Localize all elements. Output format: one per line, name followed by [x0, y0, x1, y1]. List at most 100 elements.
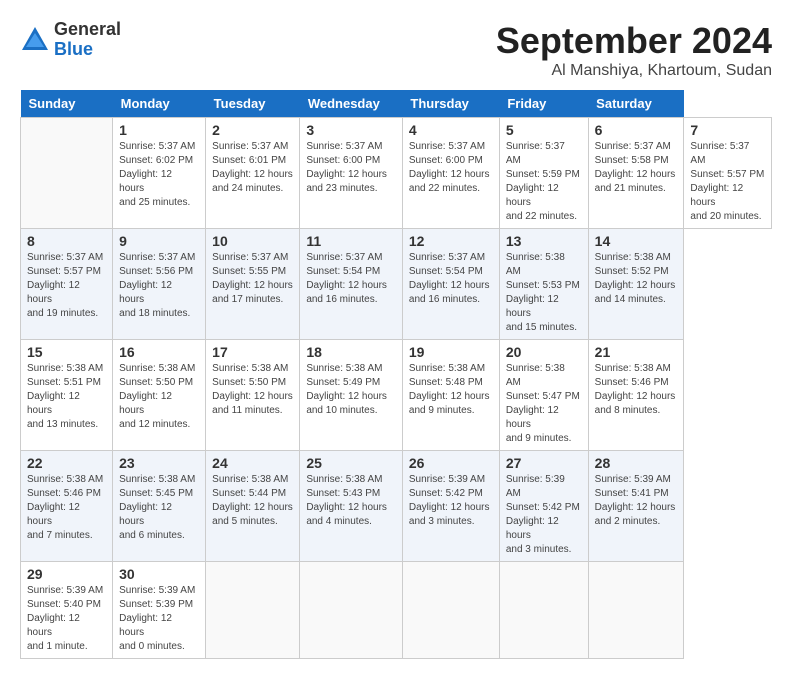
- location-title: Al Manshiya, Khartoum, Sudan: [496, 62, 772, 80]
- table-row: 5 Sunrise: 5:37 AM Sunset: 5:59 PM Daylig…: [499, 118, 588, 229]
- table-row: [588, 562, 684, 659]
- day-number: 15: [27, 344, 106, 360]
- table-row: [499, 562, 588, 659]
- day-info: Sunrise: 5:37 AM Sunset: 5:54 PM Dayligh…: [306, 251, 396, 307]
- table-row: 11 Sunrise: 5:37 AM Sunset: 5:54 PM Dayli…: [300, 229, 403, 340]
- day-info: Sunrise: 5:37 AM Sunset: 6:00 PM Dayligh…: [306, 140, 396, 196]
- day-number: 3: [306, 122, 396, 138]
- logo-text: General Blue: [54, 20, 121, 60]
- day-number: 16: [119, 344, 199, 360]
- day-number: 14: [595, 233, 678, 249]
- header-tuesday: Tuesday: [206, 90, 300, 118]
- day-info: Sunrise: 5:37 AM Sunset: 5:59 PM Dayligh…: [506, 140, 582, 224]
- table-row: 8 Sunrise: 5:37 AM Sunset: 5:57 PM Daylig…: [21, 229, 113, 340]
- calendar-week-row: 15Sunrise: 5:38 AM Sunset: 5:51 PM Dayli…: [21, 340, 772, 451]
- day-number: 24: [212, 455, 293, 471]
- day-info: Sunrise: 5:38 AM Sunset: 5:52 PM Dayligh…: [595, 251, 678, 307]
- day-number: 5: [506, 122, 582, 138]
- day-number: 11: [306, 233, 396, 249]
- table-row: 10 Sunrise: 5:37 AM Sunset: 5:55 PM Dayli…: [206, 229, 300, 340]
- calendar-week-row: 29 Sunrise: 5:39 AM Sunset: 5:40 PM Dayli…: [21, 562, 772, 659]
- day-info: Sunrise: 5:38 AM Sunset: 5:45 PM Dayligh…: [119, 473, 199, 543]
- calendar-week-row: 22Sunrise: 5:38 AM Sunset: 5:46 PM Dayli…: [21, 451, 772, 562]
- day-info: Sunrise: 5:37 AM Sunset: 5:57 PM Dayligh…: [27, 251, 106, 321]
- table-row: 4 Sunrise: 5:37 AM Sunset: 6:00 PM Daylig…: [402, 118, 499, 229]
- day-info: Sunrise: 5:39 AM Sunset: 5:42 PM Dayligh…: [409, 473, 493, 529]
- day-number: 25: [306, 455, 396, 471]
- day-info: Sunrise: 5:38 AM Sunset: 5:50 PM Dayligh…: [212, 362, 293, 418]
- day-number: 10: [212, 233, 293, 249]
- table-row: [300, 562, 403, 659]
- table-row: 29 Sunrise: 5:39 AM Sunset: 5:40 PM Dayli…: [21, 562, 113, 659]
- day-info: Sunrise: 5:38 AM Sunset: 5:49 PM Dayligh…: [306, 362, 396, 418]
- table-row: [21, 118, 113, 229]
- calendar-week-row: 8 Sunrise: 5:37 AM Sunset: 5:57 PM Daylig…: [21, 229, 772, 340]
- day-info: Sunrise: 5:37 AM Sunset: 5:56 PM Dayligh…: [119, 251, 199, 321]
- day-info: Sunrise: 5:39 AM Sunset: 5:41 PM Dayligh…: [595, 473, 678, 529]
- day-info: Sunrise: 5:38 AM Sunset: 5:47 PM Dayligh…: [506, 362, 582, 446]
- day-number: 6: [595, 122, 678, 138]
- table-row: 7 Sunrise: 5:37 AM Sunset: 5:57 PM Daylig…: [684, 118, 772, 229]
- day-info: Sunrise: 5:37 AM Sunset: 5:58 PM Dayligh…: [595, 140, 678, 196]
- table-row: 1 Sunrise: 5:37 AM Sunset: 6:02 PM Daylig…: [113, 118, 206, 229]
- header-thursday: Thursday: [402, 90, 499, 118]
- day-number: 22: [27, 455, 106, 471]
- day-number: 13: [506, 233, 582, 249]
- day-number: 7: [690, 122, 765, 138]
- day-number: 21: [595, 344, 678, 360]
- header-friday: Friday: [499, 90, 588, 118]
- table-row: 27 Sunrise: 5:39 AM Sunset: 5:42 PM Dayli…: [499, 451, 588, 562]
- table-row: 18Sunrise: 5:38 AM Sunset: 5:49 PM Dayli…: [300, 340, 403, 451]
- table-row: [206, 562, 300, 659]
- day-info: Sunrise: 5:38 AM Sunset: 5:50 PM Dayligh…: [119, 362, 199, 432]
- day-number: 1: [119, 122, 199, 138]
- table-row: 20 Sunrise: 5:38 AM Sunset: 5:47 PM Dayli…: [499, 340, 588, 451]
- day-number: 28: [595, 455, 678, 471]
- day-number: 26: [409, 455, 493, 471]
- day-number: 4: [409, 122, 493, 138]
- table-row: 22Sunrise: 5:38 AM Sunset: 5:46 PM Dayli…: [21, 451, 113, 562]
- table-row: 13 Sunrise: 5:38 AM Sunset: 5:53 PM Dayli…: [499, 229, 588, 340]
- header-wednesday: Wednesday: [300, 90, 403, 118]
- day-info: Sunrise: 5:37 AM Sunset: 6:02 PM Dayligh…: [119, 140, 199, 210]
- day-number: 12: [409, 233, 493, 249]
- calendar-header-row: Sunday Monday Tuesday Wednesday Thursday…: [21, 90, 772, 118]
- header-saturday: Saturday: [588, 90, 684, 118]
- month-title: September 2024: [496, 20, 772, 62]
- table-row: 15Sunrise: 5:38 AM Sunset: 5:51 PM Dayli…: [21, 340, 113, 451]
- day-info: Sunrise: 5:39 AM Sunset: 5:40 PM Dayligh…: [27, 584, 106, 654]
- table-row: 30Sunrise: 5:39 AM Sunset: 5:39 PM Dayli…: [113, 562, 206, 659]
- table-row: 16 Sunrise: 5:38 AM Sunset: 5:50 PM Dayli…: [113, 340, 206, 451]
- header-sunday: Sunday: [21, 90, 113, 118]
- calendar-week-row: 1 Sunrise: 5:37 AM Sunset: 6:02 PM Daylig…: [21, 118, 772, 229]
- calendar-table: Sunday Monday Tuesday Wednesday Thursday…: [20, 90, 772, 659]
- day-number: 20: [506, 344, 582, 360]
- day-number: 30: [119, 566, 199, 582]
- day-info: Sunrise: 5:39 AM Sunset: 5:42 PM Dayligh…: [506, 473, 582, 557]
- table-row: 9 Sunrise: 5:37 AM Sunset: 5:56 PM Daylig…: [113, 229, 206, 340]
- logo-general: General: [54, 20, 121, 40]
- table-row: 14 Sunrise: 5:38 AM Sunset: 5:52 PM Dayli…: [588, 229, 684, 340]
- table-row: 28 Sunrise: 5:39 AM Sunset: 5:41 PM Dayli…: [588, 451, 684, 562]
- table-row: 19Sunrise: 5:38 AM Sunset: 5:48 PM Dayli…: [402, 340, 499, 451]
- day-info: Sunrise: 5:37 AM Sunset: 5:54 PM Dayligh…: [409, 251, 493, 307]
- title-section: September 2024 Al Manshiya, Khartoum, Su…: [496, 20, 772, 80]
- logo: General Blue: [20, 20, 121, 60]
- day-info: Sunrise: 5:38 AM Sunset: 5:53 PM Dayligh…: [506, 251, 582, 335]
- day-info: Sunrise: 5:37 AM Sunset: 6:00 PM Dayligh…: [409, 140, 493, 196]
- logo-blue: Blue: [54, 40, 121, 60]
- day-number: 8: [27, 233, 106, 249]
- day-info: Sunrise: 5:37 AM Sunset: 5:57 PM Dayligh…: [690, 140, 765, 224]
- day-number: 23: [119, 455, 199, 471]
- table-row: 3 Sunrise: 5:37 AM Sunset: 6:00 PM Daylig…: [300, 118, 403, 229]
- day-info: Sunrise: 5:37 AM Sunset: 5:55 PM Dayligh…: [212, 251, 293, 307]
- day-number: 17: [212, 344, 293, 360]
- day-info: Sunrise: 5:38 AM Sunset: 5:43 PM Dayligh…: [306, 473, 396, 529]
- table-row: 26 Sunrise: 5:39 AM Sunset: 5:42 PM Dayli…: [402, 451, 499, 562]
- day-number: 29: [27, 566, 106, 582]
- table-row: 12 Sunrise: 5:37 AM Sunset: 5:54 PM Dayli…: [402, 229, 499, 340]
- day-number: 9: [119, 233, 199, 249]
- table-row: 6 Sunrise: 5:37 AM Sunset: 5:58 PM Daylig…: [588, 118, 684, 229]
- day-info: Sunrise: 5:37 AM Sunset: 6:01 PM Dayligh…: [212, 140, 293, 196]
- day-number: 27: [506, 455, 582, 471]
